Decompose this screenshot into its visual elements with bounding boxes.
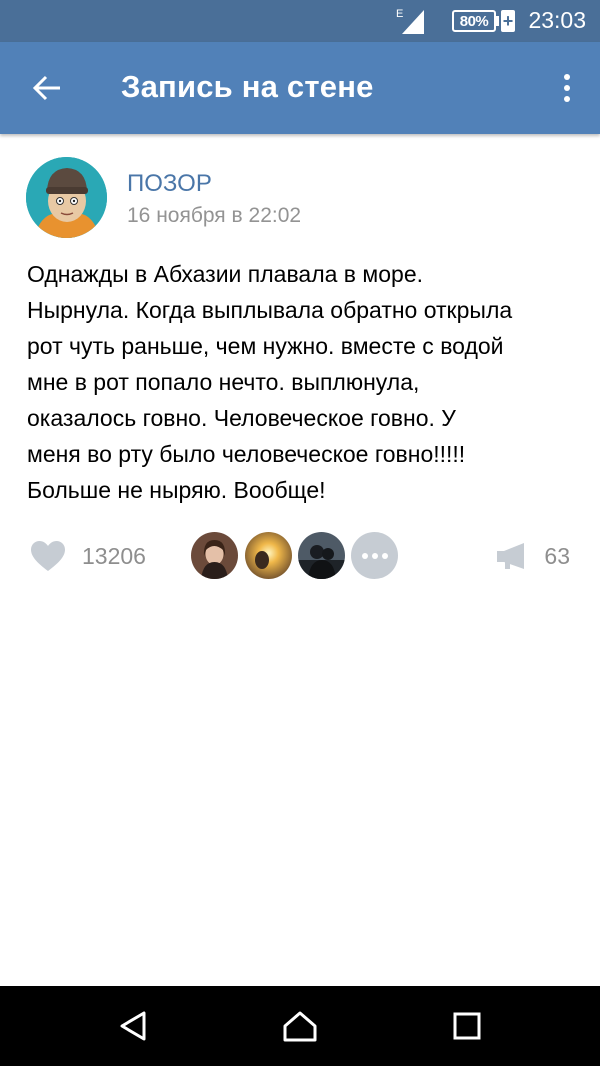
page-title: Запись на стене — [121, 69, 374, 104]
status-bar: E 80% + 23:03 — [0, 0, 600, 42]
more-options-button[interactable] — [552, 66, 582, 110]
back-button[interactable] — [20, 66, 74, 110]
battery-indicator: 80% + — [452, 8, 515, 34]
system-nav-bar — [0, 986, 600, 1066]
nav-home-button[interactable] — [280, 1006, 320, 1046]
share-button[interactable]: 63 — [496, 536, 570, 576]
arrow-left-icon — [32, 75, 60, 101]
nav-back-button[interactable] — [113, 1006, 153, 1046]
battery-icon: 80% — [452, 10, 496, 32]
heart-icon — [31, 541, 65, 571]
like-button[interactable]: 13206 — [30, 536, 146, 576]
post-text: Однажды в Абхазии плавала в море. Нырнул… — [27, 261, 513, 503]
megaphone-icon — [497, 543, 525, 569]
signal-icon: E — [396, 8, 424, 34]
avatar-image — [26, 157, 107, 238]
like-count: 13206 — [82, 542, 146, 569]
nav-home-icon — [283, 1011, 317, 1042]
liker-avatar[interactable] — [298, 532, 345, 579]
status-time: 23:03 — [528, 7, 586, 33]
charging-icon: + — [501, 10, 515, 32]
network-type-label: E — [396, 8, 403, 20]
battery-percent: 80% — [459, 12, 489, 30]
more-vertical-icon — [564, 74, 570, 80]
nav-back-triangle-icon — [120, 1011, 146, 1041]
app-bar: Запись на стене — [0, 42, 600, 134]
author-name-link[interactable]: ПОЗОР — [127, 170, 212, 198]
more-horizontal-icon — [361, 552, 368, 559]
nav-recents-square-icon — [453, 1012, 481, 1040]
liker-avatar[interactable] — [191, 532, 238, 579]
liker-avatar[interactable] — [245, 532, 292, 579]
share-count: 63 — [544, 542, 570, 569]
author-avatar[interactable] — [26, 157, 107, 238]
nav-recents-button[interactable] — [447, 1006, 487, 1046]
more-likers-button[interactable] — [351, 532, 398, 579]
post-date: 16 ноября в 22:02 — [127, 204, 302, 227]
